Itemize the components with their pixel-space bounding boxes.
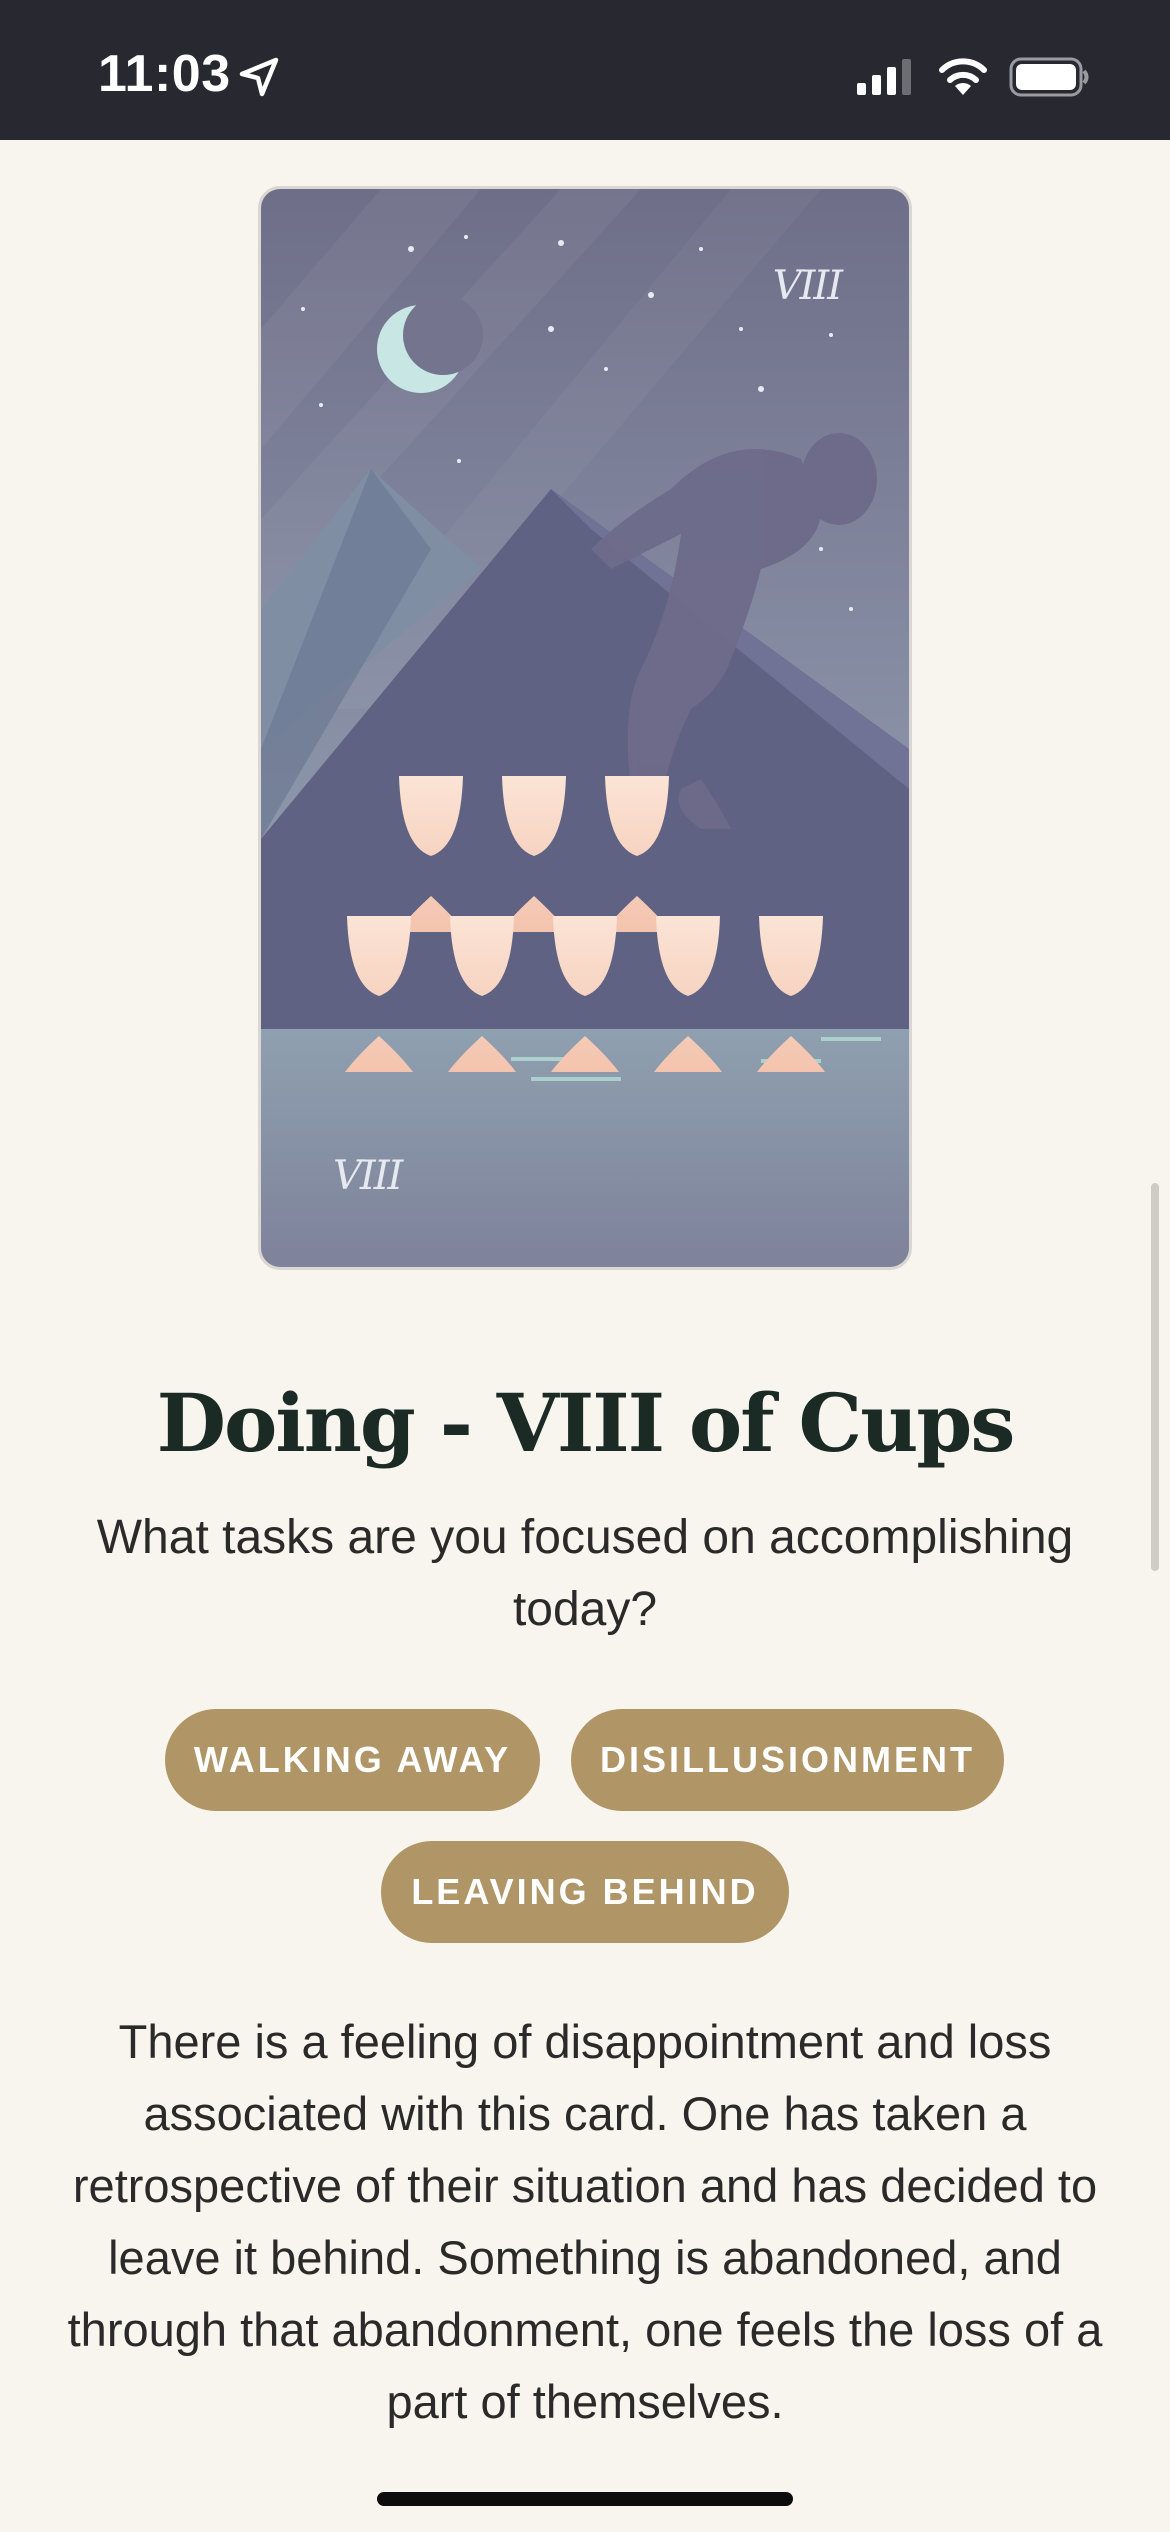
home-indicator[interactable] bbox=[377, 2492, 793, 2506]
wifi-icon bbox=[939, 58, 987, 95]
tag-disillusionment[interactable]: DISILLUSIONMENT bbox=[571, 1709, 1004, 1811]
card-description: There is a feeling of disappointment and… bbox=[67, 2015, 1103, 2428]
card-numeral-bottom: VIII bbox=[333, 1153, 403, 1199]
tarot-card-image: VIII VIII bbox=[258, 186, 912, 1270]
eight-of-cups-illustration bbox=[261, 189, 909, 1267]
status-bar: 11:03 bbox=[0, 0, 1170, 140]
cellular-signal-icon bbox=[857, 59, 911, 95]
location-arrow-icon bbox=[239, 57, 279, 97]
tag-leaving-behind[interactable]: LEAVING BEHIND bbox=[381, 1841, 789, 1943]
battery-icon bbox=[1009, 57, 1089, 97]
tag-walking-away[interactable]: WALKING AWAY bbox=[165, 1709, 540, 1811]
card-numeral-top: VIII bbox=[772, 263, 843, 309]
card-title: Doing - VIII of Cups bbox=[156, 1376, 1016, 1470]
card-question: What tasks are you focused on accomplish… bbox=[96, 1511, 1074, 1636]
status-time: 11:03 bbox=[98, 45, 231, 103]
